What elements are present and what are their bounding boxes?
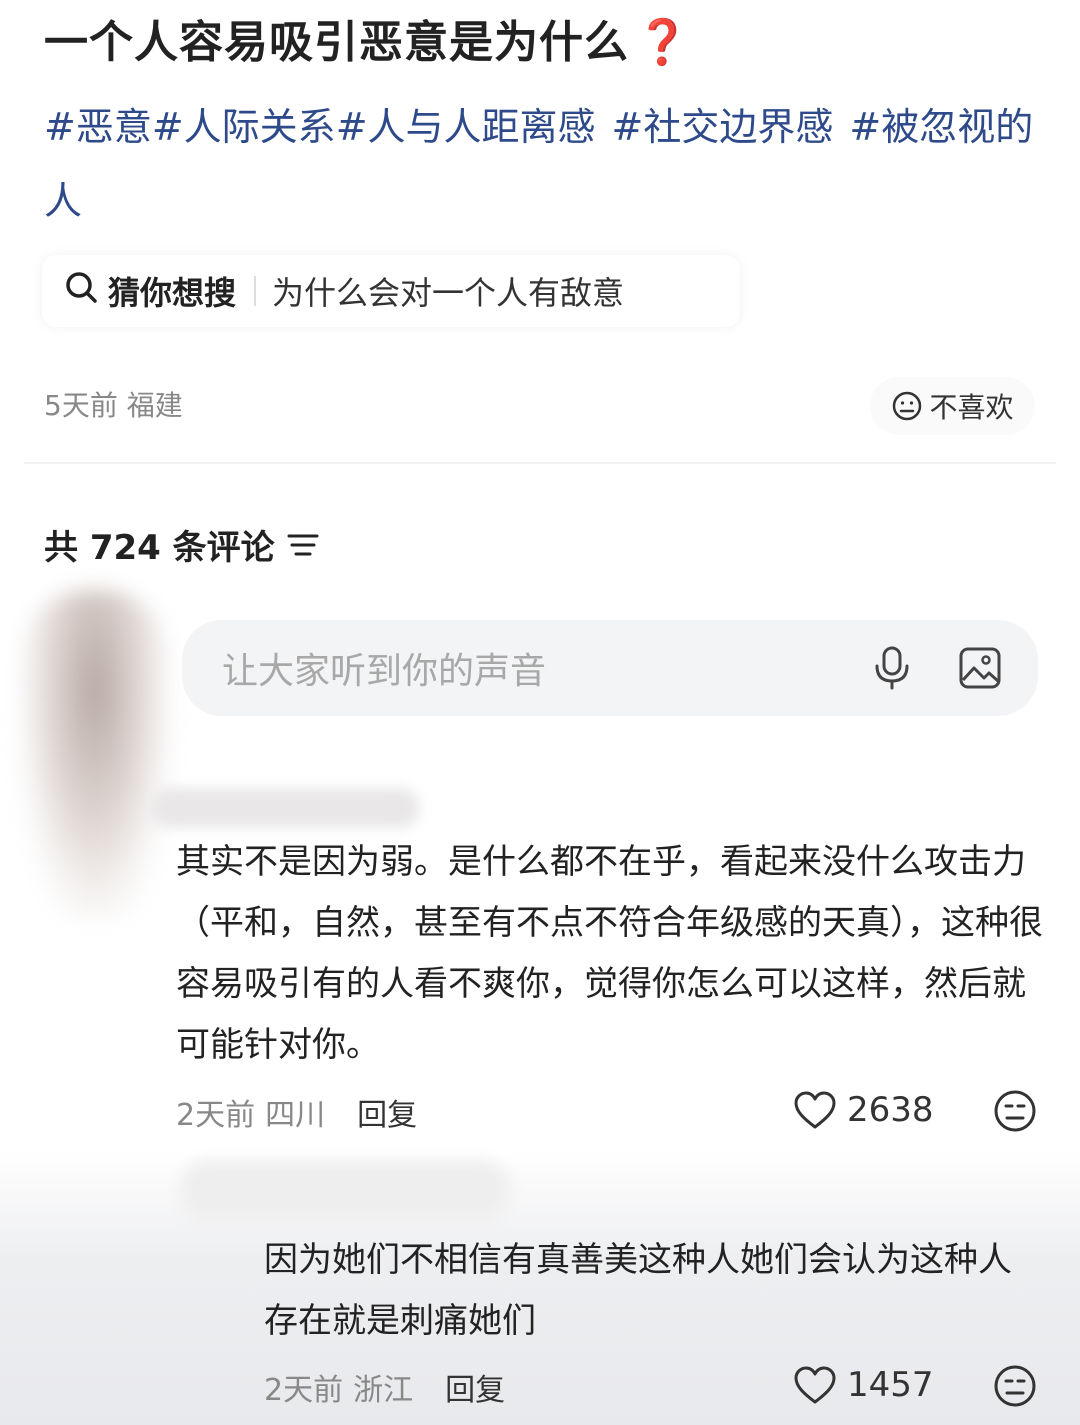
like-count: 1457 — [847, 1365, 934, 1405]
comment-text: 其实不是因为弱。是什么都不在乎，看起来没什么攻击力（平和，自然，甚至有不点不符合… — [176, 842, 1043, 1065]
avatar[interactable] — [20, 590, 170, 920]
username-blurred[interactable] — [180, 1160, 510, 1220]
tag-list: #恶意#人际关系#人与人距离感 #社交边界感 #被忽视的人 — [44, 90, 1044, 238]
comment-time: 2天前 — [176, 1098, 256, 1133]
comment-count-header: 共 724 条评论 — [44, 520, 319, 569]
comment-time: 2天前 — [264, 1373, 344, 1408]
heart-icon — [794, 1366, 836, 1404]
heart-icon — [794, 1091, 836, 1129]
divider — [254, 276, 257, 306]
comment-input-placeholder: 让大家听到你的声音 — [222, 651, 547, 692]
comment-meta: 2天前 浙江 回复 — [264, 1365, 505, 1409]
image-icon[interactable] — [950, 638, 1010, 698]
reply-button[interactable]: 回复 — [357, 1090, 417, 1134]
comment-count: 共 724 条评论 — [44, 528, 275, 568]
like-button[interactable]: 2638 — [793, 1090, 934, 1130]
comment-location: 四川 — [265, 1098, 326, 1133]
neutral-face-icon[interactable] — [993, 1089, 1037, 1137]
search-icon — [64, 270, 98, 312]
tag-link[interactable]: #恶意 — [44, 105, 152, 149]
post-meta: 5天前 福建 — [44, 389, 183, 422]
reply-button[interactable]: 回复 — [445, 1365, 505, 1409]
post-title: 一个人容易吸引恶意是为什么 ❓ — [44, 17, 691, 68]
guess-search-query[interactable]: 为什么会对一个人有敌意 — [272, 268, 624, 314]
section-divider — [24, 462, 1056, 464]
like-count: 2638 — [847, 1090, 934, 1130]
comment-input[interactable]: 让大家听到你的声音 — [182, 620, 1038, 716]
sort-icon[interactable] — [275, 531, 319, 559]
tag-link[interactable]: #社交边界感 — [612, 105, 834, 149]
dislike-label: 不喜欢 — [929, 391, 1014, 424]
guess-search-label: 猜你想搜 — [108, 274, 237, 312]
neutral-face-icon[interactable] — [993, 1364, 1037, 1412]
comment-meta: 2天前 四川 回复 — [176, 1090, 417, 1134]
microphone-icon[interactable] — [862, 638, 922, 698]
question-mark-emoji: ❓ — [635, 17, 691, 68]
comment-text: 因为她们不相信有真善美这种人她们会认为这种人存在就是刺痛她们 — [264, 1240, 1012, 1341]
comment-location: 浙江 — [353, 1373, 414, 1408]
tag-link[interactable]: #人际关系 — [152, 105, 336, 149]
dislike-button[interactable]: 不喜欢 — [870, 377, 1035, 435]
neutral-face-icon — [891, 390, 923, 422]
username-blurred[interactable] — [150, 788, 420, 828]
tag-link[interactable]: #人与人距离感 — [336, 105, 596, 149]
guess-search-bar[interactable]: 猜你想搜 为什么会对一个人有敌意 — [42, 255, 740, 327]
like-button[interactable]: 1457 — [793, 1365, 934, 1405]
